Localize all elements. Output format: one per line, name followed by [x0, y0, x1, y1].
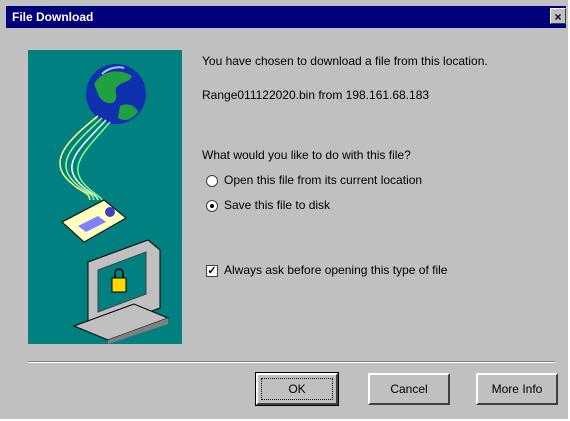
file-download-dialog: File Download × You have chosen to downl…	[0, 0, 570, 421]
close-button[interactable]: ×	[550, 8, 566, 24]
dialog-body: You have chosen to download a file from …	[6, 28, 566, 419]
close-icon: ×	[554, 10, 562, 24]
connection-lines	[59, 115, 111, 201]
ok-button[interactable]: OK	[255, 372, 339, 406]
open-radio[interactable]	[206, 175, 218, 187]
always-ask-label[interactable]: Always ask before opening this type of f…	[224, 263, 447, 277]
envelope-icon	[61, 199, 127, 243]
always-ask-checkbox[interactable]: ✓	[206, 265, 218, 277]
window-title: File Download	[12, 10, 94, 24]
open-option-label[interactable]: Open this file from its current location	[224, 173, 422, 187]
question-text: What would you like to do with this file…	[202, 148, 411, 162]
save-radio[interactable]	[206, 200, 218, 212]
divider	[28, 361, 555, 363]
title-bar[interactable]: File Download ×	[6, 6, 566, 28]
globe-icon	[86, 64, 146, 124]
intro-text: You have chosen to download a file from …	[202, 54, 488, 68]
more-info-button-label: More Info	[491, 382, 543, 396]
download-illustration	[28, 50, 182, 344]
ok-button-label: OK	[261, 378, 333, 400]
computer-icon	[72, 239, 170, 344]
file-source-text: Range011122020.bin from 198.161.68.183	[202, 88, 430, 102]
cancel-button[interactable]: Cancel	[368, 373, 450, 405]
more-info-button[interactable]: More Info	[476, 373, 558, 405]
cancel-button-label: Cancel	[390, 382, 428, 396]
save-option-label[interactable]: Save this file to disk	[224, 198, 330, 212]
